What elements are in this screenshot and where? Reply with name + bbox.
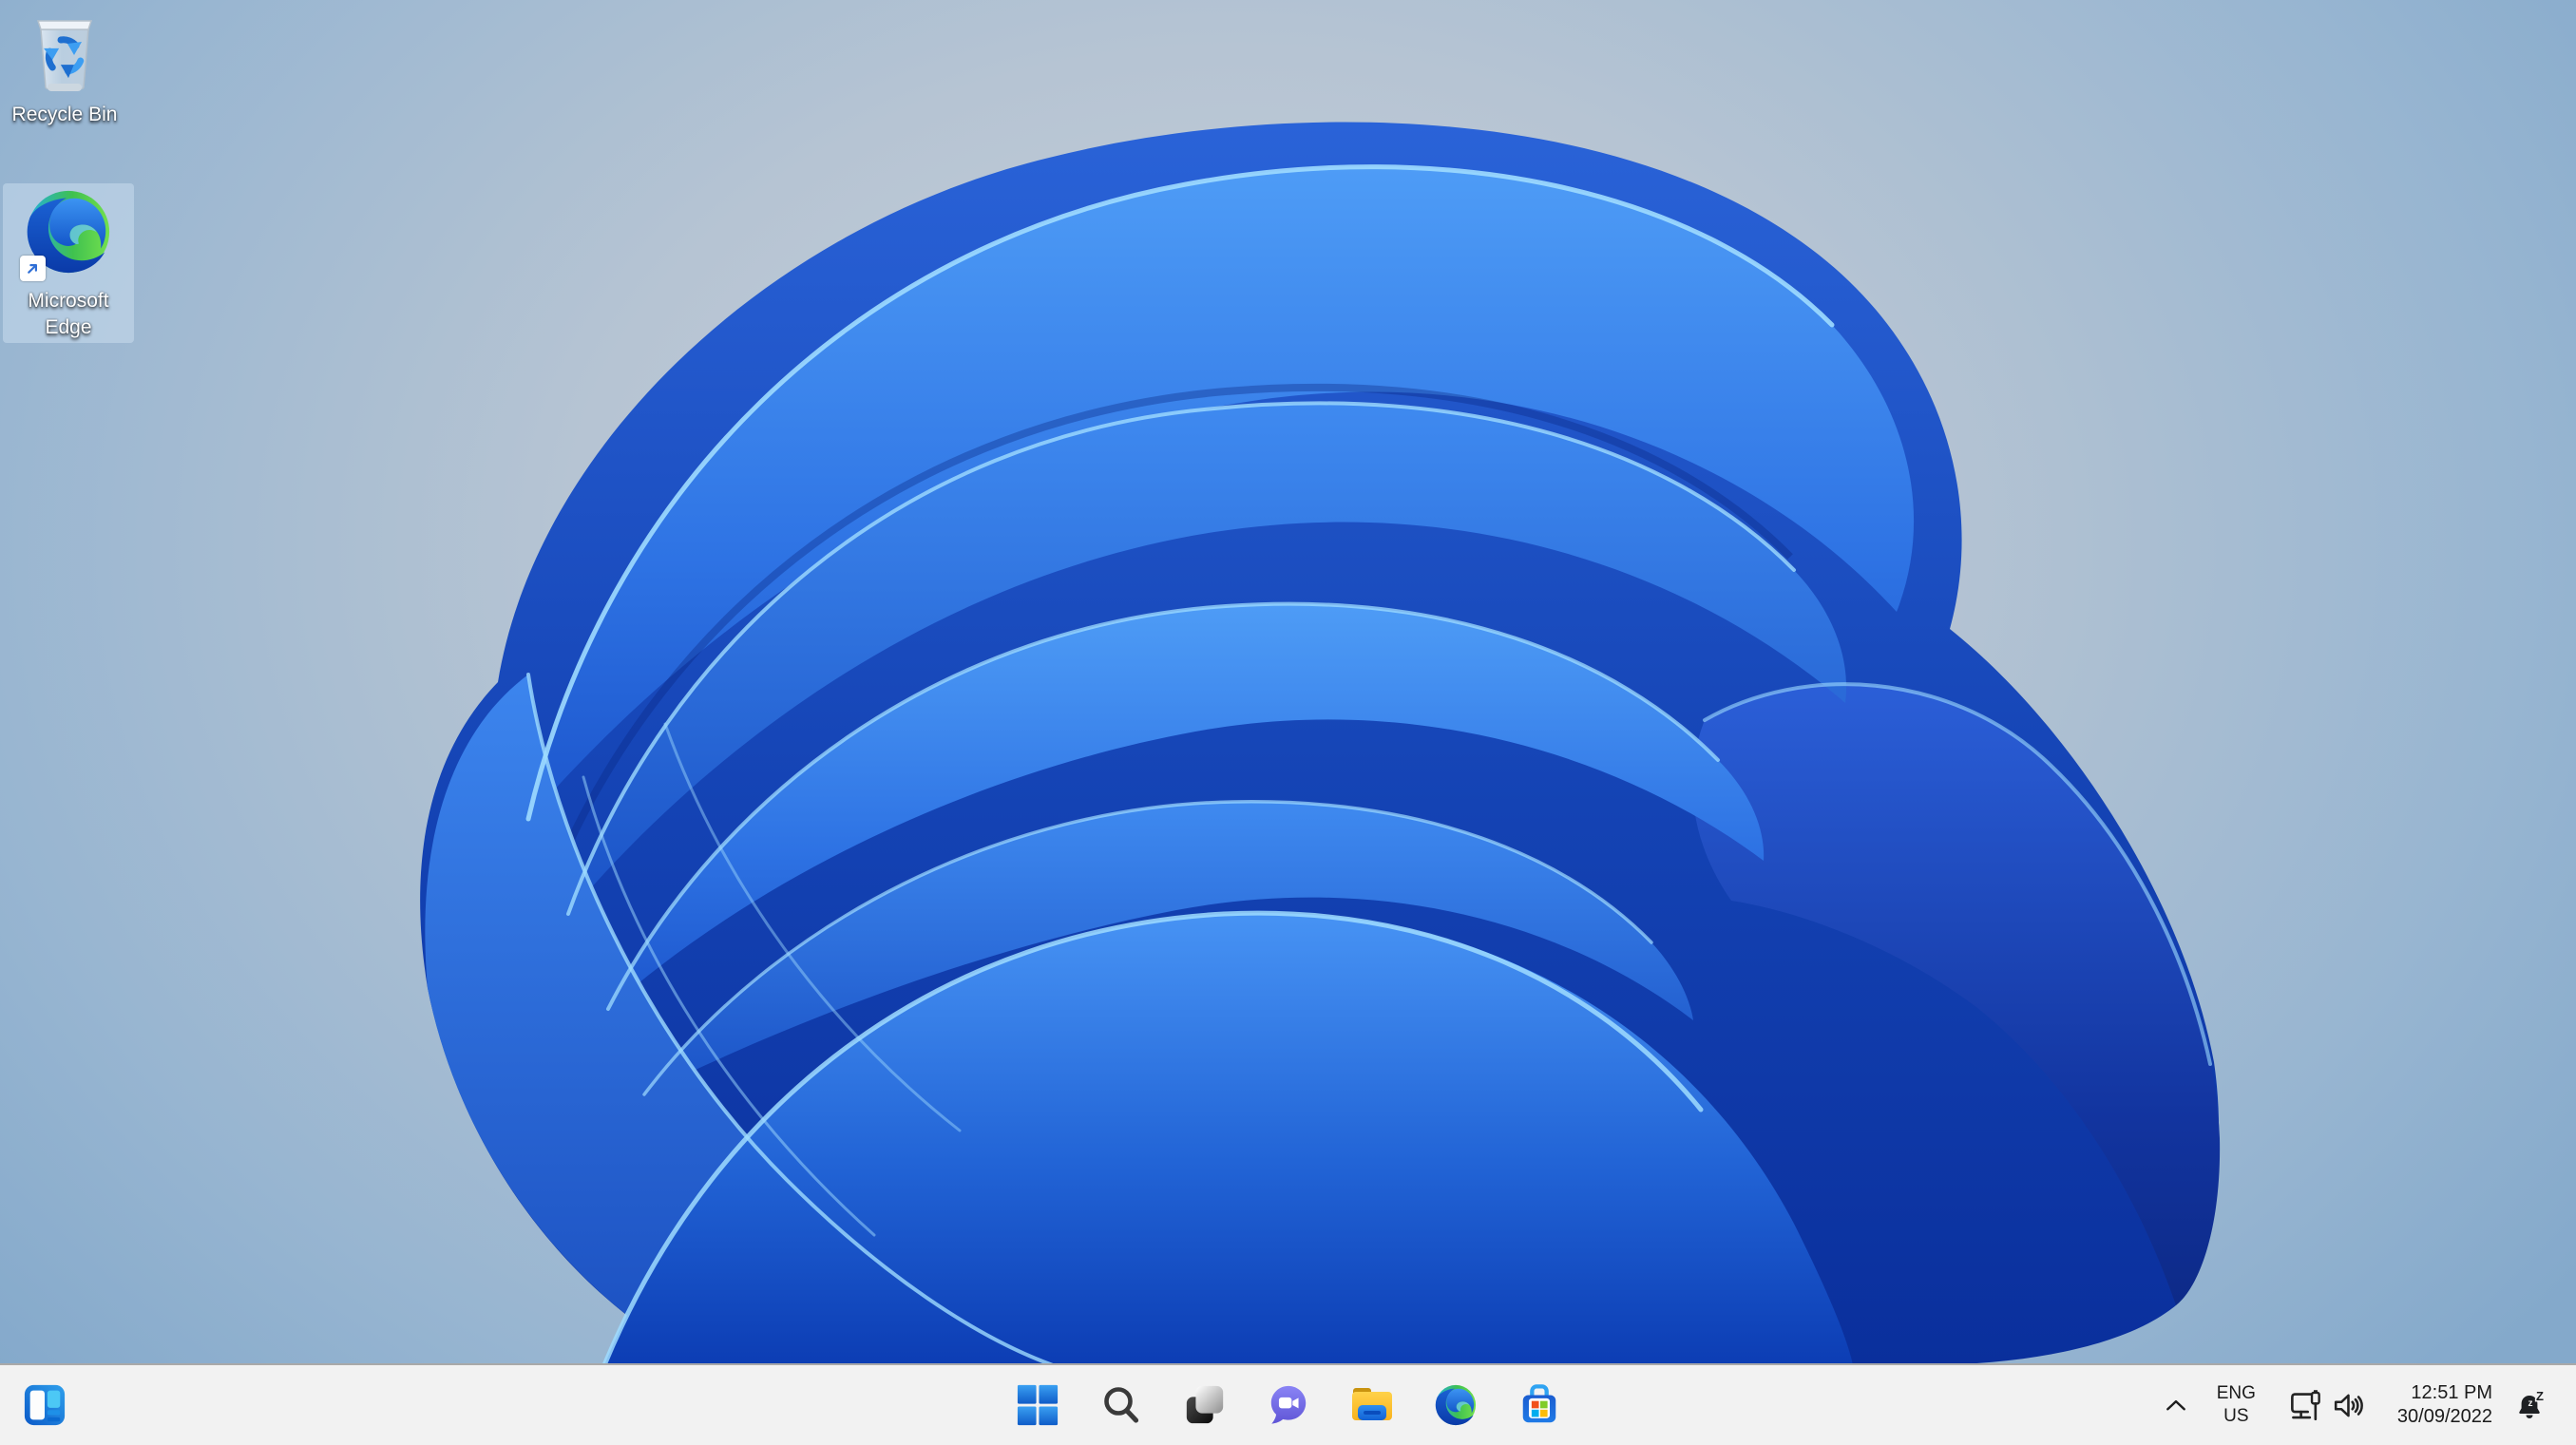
chevron-up-icon (2166, 1399, 2185, 1410)
taskbar-task-view-button[interactable] (1175, 1376, 1234, 1435)
desktop-icon-microsoft-edge[interactable]: Microsoft Edge (3, 183, 134, 343)
taskbar-center-buttons (1008, 1376, 1569, 1435)
recycle-bin-label: Recycle Bin (11, 104, 118, 125)
task-view-icon (1186, 1385, 1223, 1424)
clock[interactable]: 12:51 PM 30/09/2022 (2392, 1378, 2498, 1433)
wired-network-icon (2290, 1390, 2320, 1420)
edge-shortcut-label: Microsoft Edge (28, 290, 109, 338)
taskbar: ENG US 12:51 PM 30/09/2022 z Z (0, 1363, 2576, 1445)
widgets-icon (24, 1384, 66, 1426)
recycle-bin-icon (36, 20, 93, 92)
search-icon (1103, 1387, 1138, 1423)
bloom-wallpaper-graphic (420, 122, 2221, 1365)
taskbar-store-button[interactable] (1510, 1376, 1569, 1435)
svg-text:Z: Z (2536, 1390, 2544, 1403)
taskbar-search-button[interactable] (1092, 1376, 1151, 1435)
show-hidden-icons-button[interactable] (2158, 1382, 2194, 1428)
taskbar-file-explorer-button[interactable] (1343, 1376, 1402, 1435)
bell-do-not-disturb-icon: z Z (2519, 1390, 2546, 1418)
teams-chat-icon (1270, 1385, 1306, 1424)
taskbar-start-button[interactable] (1008, 1376, 1067, 1435)
windows-11-desktop: Recycle Bin Microsoft Edge ENG US 12:51 … (0, 0, 2576, 1445)
folder-icon (1351, 1388, 1392, 1420)
speaker-icon (2334, 1394, 2363, 1416)
store-bag-icon (1522, 1384, 1555, 1423)
notification-bell-button[interactable]: z Z (2511, 1380, 2553, 1430)
clock-date: 30/09/2022 (2396, 1406, 2492, 1427)
svg-text:z: z (2528, 1398, 2533, 1409)
desktop-icon-recycle-bin[interactable]: Recycle Bin (8, 8, 122, 128)
shortcut-arrow-badge (20, 256, 46, 281)
network-volume-button[interactable] (2280, 1381, 2373, 1429)
taskbar-widgets-button[interactable] (15, 1376, 74, 1435)
edge-icon (1434, 1383, 1478, 1427)
shortcut-arrow-icon (28, 263, 38, 274)
language-line2: US (2223, 1406, 2249, 1426)
windows-start-icon (1017, 1384, 1058, 1426)
clock-time: 12:51 PM (2411, 1382, 2492, 1403)
language-switcher[interactable]: ENG US (2207, 1378, 2265, 1432)
system-tray: ENG US 12:51 PM 30/09/2022 z Z (2158, 1365, 2576, 1445)
taskbar-edge-button[interactable] (1426, 1376, 1485, 1435)
language-line1: ENG (2216, 1383, 2256, 1403)
taskbar-chat-button[interactable] (1259, 1376, 1318, 1435)
